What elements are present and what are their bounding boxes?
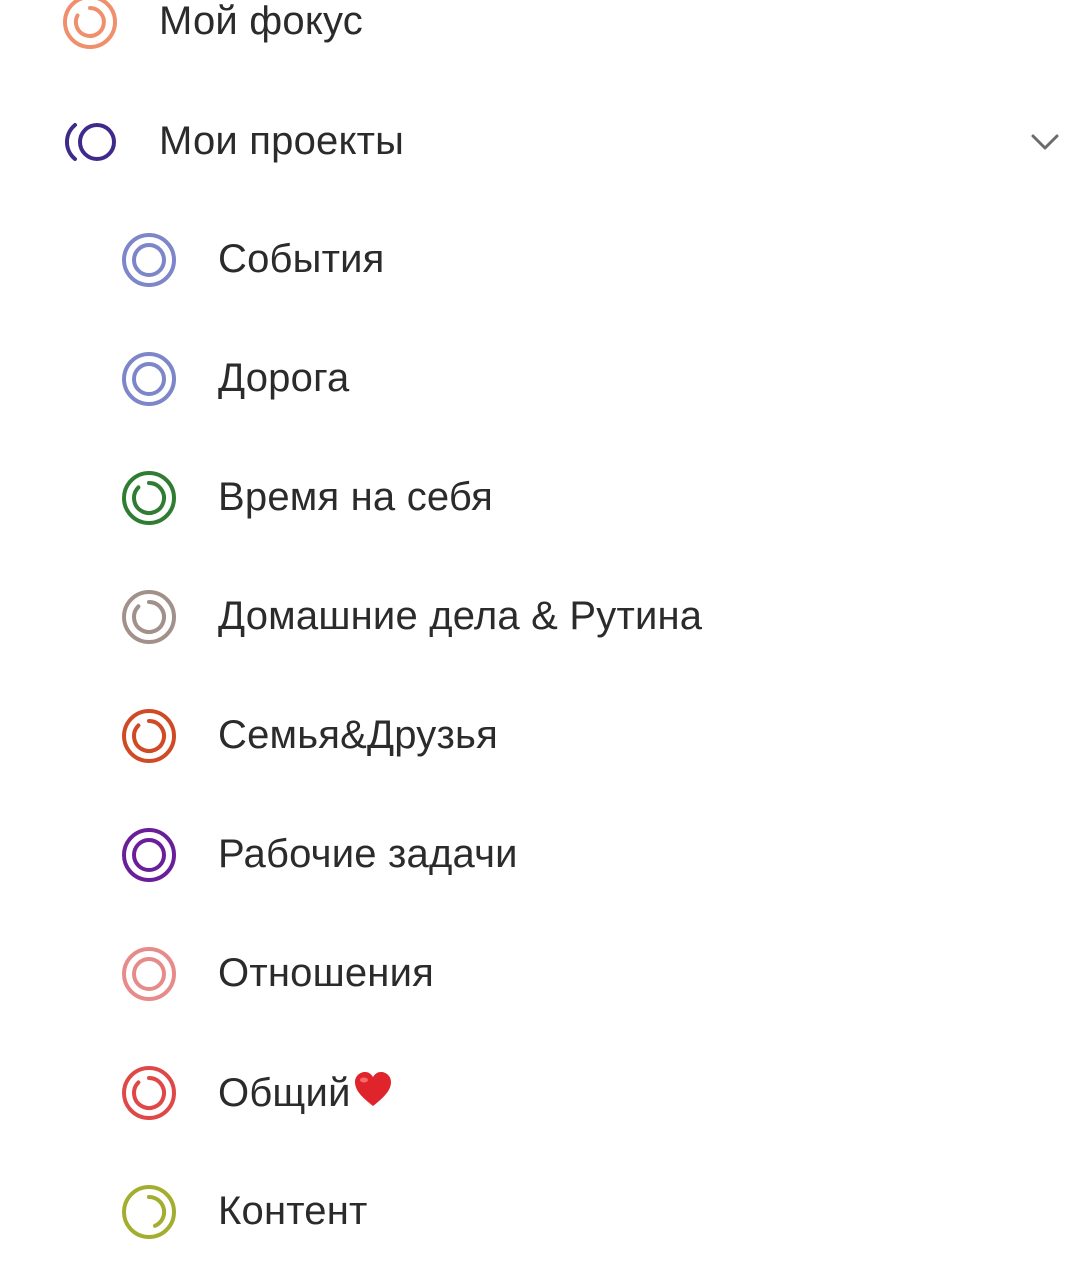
project-item-work-tasks[interactable]: Рабочие задачи <box>0 795 1091 914</box>
project-item-label: Отношения <box>218 951 434 995</box>
project-ring-icon <box>122 708 176 763</box>
project-item-content[interactable]: Контент <box>0 1152 1091 1271</box>
project-item-family-friends[interactable]: Семья&Друзья <box>0 676 1091 795</box>
project-ring-icon <box>122 589 176 644</box>
project-ring-icon <box>122 351 176 406</box>
project-ring-icon <box>122 1184 176 1239</box>
project-item-label: Общий <box>218 1070 351 1115</box>
menu-item-my-focus[interactable]: Мой фокус <box>0 0 1091 81</box>
menu-item-label: Мой фокус <box>159 0 363 43</box>
projects-ring-icon <box>64 122 116 161</box>
project-item-label: Дорога <box>218 356 350 400</box>
heart-emoji-icon <box>354 1071 391 1106</box>
project-ring-icon <box>122 946 176 1001</box>
project-item-relationships[interactable]: Отношения <box>0 914 1091 1033</box>
projects-menu: Мой фокус Мои проекты События Дорога Вре… <box>0 0 1091 1280</box>
project-ring-icon <box>122 232 176 287</box>
menu-item-my-projects[interactable]: Мои проекты <box>0 82 1091 201</box>
project-item-label: Рабочие задачи <box>218 832 518 876</box>
focus-ring-icon <box>63 0 117 49</box>
project-item-label: Семья&Друзья <box>218 713 498 757</box>
project-item-label-wrap: Общий <box>218 1070 393 1116</box>
project-ring-icon <box>122 827 176 882</box>
project-ring-icon <box>122 470 176 525</box>
project-item-events[interactable]: События <box>0 200 1091 319</box>
project-item-road[interactable]: Дорога <box>0 319 1091 438</box>
project-item-label: Время на себя <box>218 475 493 519</box>
project-item-common[interactable]: Общий <box>0 1033 1091 1152</box>
menu-item-label: Мои проекты <box>159 119 405 163</box>
project-item-label: Домашние дела & Рутина <box>218 594 703 638</box>
project-item-label: События <box>218 237 385 281</box>
project-item-housework[interactable]: Домашние дела & Рутина <box>0 557 1091 676</box>
project-item-me-time[interactable]: Время на себя <box>0 438 1091 557</box>
project-ring-icon <box>122 1065 176 1120</box>
chevron-down-icon[interactable] <box>1029 126 1061 158</box>
project-item-label: Контент <box>218 1189 368 1233</box>
